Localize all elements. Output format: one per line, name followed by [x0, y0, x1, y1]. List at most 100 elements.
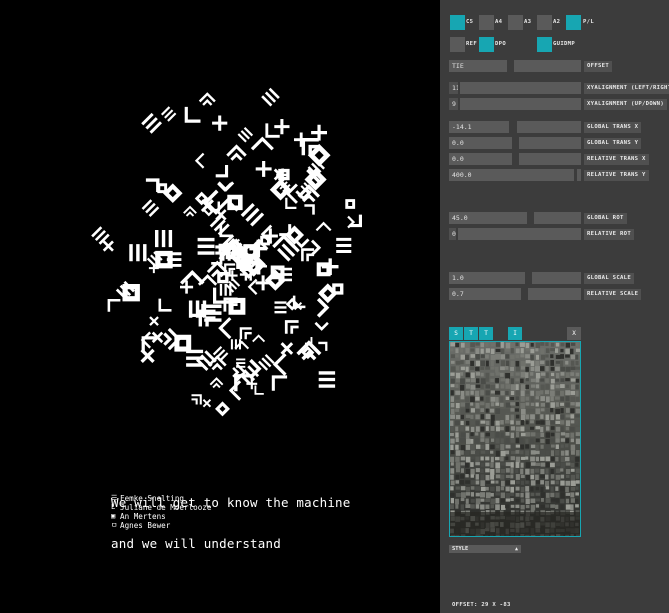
window-texture: [555, 468, 561, 473]
window-texture: [490, 396, 496, 402]
window-texture: [470, 396, 475, 403]
window-texture: [565, 342, 571, 348]
offset-field-2[interactable]: [514, 60, 581, 72]
window-texture: [465, 504, 471, 508]
window-texture: [450, 444, 454, 451]
window-texture: [525, 420, 529, 425]
xyalign-lr-field[interactable]: 11: [449, 82, 458, 94]
window-texture: [565, 468, 571, 475]
relative-trans-x-slider[interactable]: [519, 153, 581, 165]
window-texture: [570, 468, 575, 472]
window-texture: [535, 504, 540, 508]
window-texture: [450, 354, 455, 359]
window-texture: [505, 450, 510, 455]
window-texture: [540, 408, 545, 412]
window-texture: [555, 354, 561, 359]
window-texture: [460, 390, 465, 397]
xyalign-ud-slider[interactable]: [460, 98, 581, 110]
glyph-mark: [174, 334, 192, 352]
window-texture: [450, 480, 455, 486]
window-texture: [465, 438, 471, 445]
window-texture: [505, 354, 510, 359]
window-texture: [560, 432, 566, 436]
close-tab-button[interactable]: X: [567, 327, 581, 340]
global-trans-x-slider[interactable]: [517, 121, 581, 133]
window-texture: [455, 438, 459, 443]
window-texture: [480, 414, 485, 420]
window-texture: [555, 342, 560, 347]
window-texture: [570, 348, 574, 355]
glyph-mark: [191, 394, 202, 405]
window-texture: [500, 420, 504, 425]
window-texture: [550, 348, 555, 352]
global-scale-slider[interactable]: [532, 272, 581, 284]
window-texture: [485, 468, 490, 473]
style-select[interactable]: STYLE ▲: [449, 545, 521, 553]
tab-i[interactable]: I: [508, 327, 522, 340]
orientation-toggle[interactable]: [566, 15, 581, 30]
mode-toggle-dpo[interactable]: [479, 37, 494, 52]
window-texture: [550, 396, 554, 402]
window-texture: [465, 474, 469, 478]
window-texture: [540, 396, 545, 402]
glyph-mark: [212, 115, 228, 131]
global-trans-y-field[interactable]: 0.0: [449, 137, 512, 149]
tab-t-2[interactable]: T: [479, 327, 493, 340]
format-label-a4: A4: [495, 19, 503, 25]
relative-trans-y-slider[interactable]: [577, 169, 581, 181]
window-texture: [485, 348, 490, 353]
global-trans-y-slider[interactable]: [519, 137, 581, 149]
window-texture: [520, 420, 525, 426]
window-texture: [555, 432, 560, 438]
window-texture: [510, 492, 514, 496]
window-texture: [455, 480, 460, 484]
window-texture: [455, 468, 460, 473]
mode-toggle-guidmp[interactable]: [537, 37, 552, 52]
window-texture: [485, 504, 490, 509]
global-trans-x-field[interactable]: -14.1: [449, 121, 509, 133]
window-texture: [575, 474, 580, 479]
format-toggle-a2[interactable]: [537, 15, 552, 30]
global-scale-field[interactable]: 1.0: [449, 272, 525, 284]
mode-toggle-ref[interactable]: [450, 37, 465, 52]
window-texture: [455, 408, 460, 412]
window-texture: [570, 378, 576, 382]
format-toggle-a3[interactable]: [508, 15, 523, 30]
window-texture: [480, 384, 484, 389]
window-texture: [495, 420, 500, 426]
xyalign-ud-field[interactable]: 9: [449, 98, 458, 110]
window-texture: [540, 468, 545, 475]
relative-scale-field[interactable]: 0.7: [449, 288, 521, 300]
offset-field[interactable]: TIE: [449, 60, 507, 72]
relative-rot-field[interactable]: 0.0: [449, 228, 456, 240]
format-toggle-c5[interactable]: [450, 15, 465, 30]
global-rot-field[interactable]: 45.0: [449, 212, 527, 224]
tab-s[interactable]: S: [449, 327, 463, 340]
window-texture: [450, 486, 454, 491]
window-texture: [450, 456, 455, 462]
global-rot-slider[interactable]: [534, 212, 581, 224]
author-item: ☰ Femke Snelting: [111, 494, 211, 503]
relative-scale-slider[interactable]: [528, 288, 581, 300]
window-texture: [500, 408, 506, 415]
window-texture: [570, 498, 575, 503]
window-texture: [490, 384, 496, 391]
window-texture: [485, 432, 490, 437]
window-texture: [570, 450, 575, 455]
glyph-mark: [250, 136, 274, 151]
relative-trans-x-field[interactable]: 0.0: [449, 153, 512, 165]
window-texture: [515, 372, 520, 376]
format-toggle-a4[interactable]: [479, 15, 494, 30]
relative-rot-slider[interactable]: [458, 228, 581, 240]
window-texture: [480, 474, 485, 481]
window-texture: [560, 348, 564, 353]
relative-trans-y-field[interactable]: 400.0: [449, 169, 574, 181]
window-texture: [490, 492, 494, 497]
window-texture: [530, 504, 536, 511]
window-texture: [495, 456, 500, 461]
window-texture: [465, 492, 471, 496]
tab-t-1[interactable]: T: [464, 327, 478, 340]
xyalign-lr-slider[interactable]: [460, 82, 581, 94]
window-texture: [510, 474, 514, 479]
window-texture: [560, 438, 566, 442]
